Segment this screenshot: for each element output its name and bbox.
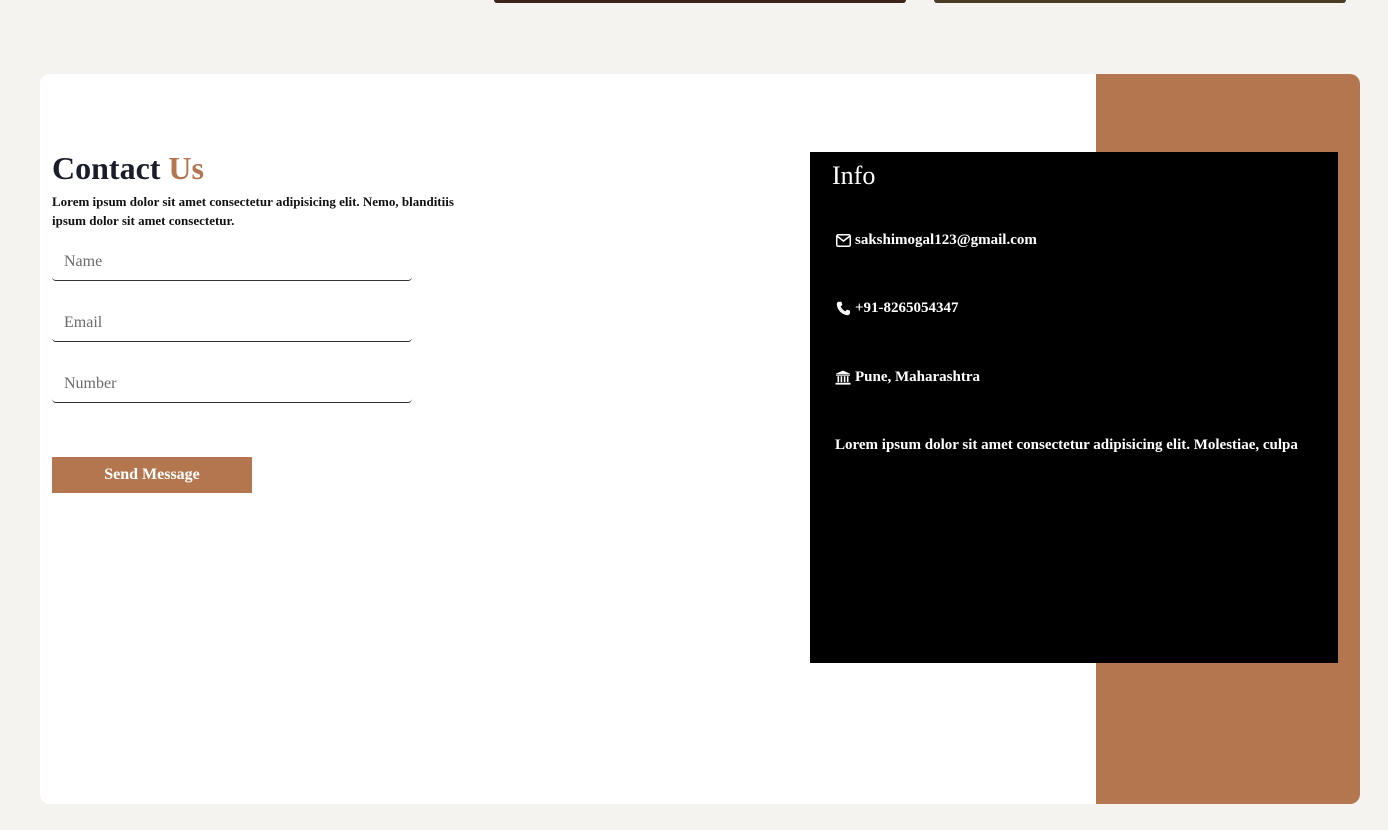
- info-description: Lorem ipsum dolor sit amet consectetur a…: [835, 437, 1298, 453]
- info-email-text: sakshimogal123@gmail.com: [855, 232, 1037, 248]
- info-title: Info: [832, 161, 876, 190]
- info-location: Pune, Maharashtra: [835, 369, 980, 386]
- info-location-text: Pune, Maharashtra: [855, 369, 980, 385]
- name-input[interactable]: [52, 244, 412, 281]
- title-main: Contact: [52, 150, 161, 186]
- number-input[interactable]: [52, 366, 412, 403]
- contact-form: Contact Us Lorem ipsum dolor sit amet co…: [52, 148, 472, 493]
- contact-title: Contact Us: [52, 148, 472, 188]
- send-message-button[interactable]: Send Message: [52, 457, 252, 493]
- info-email: sakshimogal123@gmail.com: [835, 232, 1037, 249]
- title-accent: Us: [168, 150, 204, 186]
- email-input[interactable]: [52, 305, 412, 342]
- contact-card: Contact Us Lorem ipsum dolor sit amet co…: [40, 74, 1360, 804]
- gallery-image-right: [934, 0, 1346, 3]
- gallery-image-left: [494, 0, 906, 3]
- info-box: Info sakshimogal123@gmail.com +91-826505…: [810, 152, 1338, 663]
- building-icon: [835, 370, 851, 386]
- phone-icon: [835, 301, 851, 317]
- info-phone: +91-8265054347: [835, 300, 959, 317]
- envelope-icon: [835, 233, 851, 249]
- contact-subtitle: Lorem ipsum dolor sit amet consectetur a…: [52, 194, 454, 228]
- info-phone-text: +91-8265054347: [855, 300, 959, 316]
